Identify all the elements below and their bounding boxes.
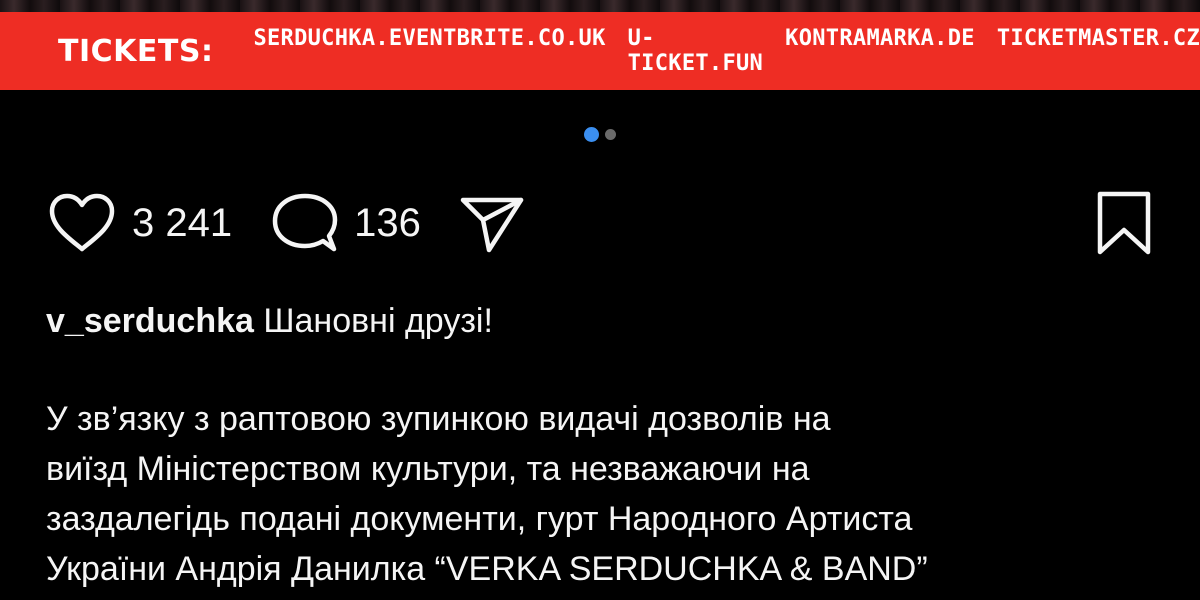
tickets-label: TICKETS: bbox=[58, 33, 214, 69]
comment-bubble-icon bbox=[272, 192, 338, 254]
ticket-link-ticketmaster: TICKETMASTER.CZ bbox=[996, 26, 1200, 51]
likes-count: 3 241 bbox=[132, 200, 233, 245]
post-photo[interactable] bbox=[0, 0, 1200, 12]
caption-line: заздалегідь подані документи, гурт Народ… bbox=[46, 500, 913, 538]
username-link[interactable]: v_serduchka bbox=[46, 302, 254, 340]
caption-line: України Андрія Данилка “VERKA SERDUCHKA … bbox=[46, 550, 928, 588]
save-button[interactable] bbox=[1094, 190, 1154, 256]
tickets-banner: TICKETS: SERDUCHKA.EVENTBRITE.CO.UK U-TI… bbox=[0, 12, 1200, 90]
bookmark-icon bbox=[1094, 190, 1154, 256]
carousel-indicator bbox=[0, 127, 1200, 142]
carousel-dot-active bbox=[584, 127, 599, 142]
caption-line: виїзд Міністерством культури, та незважа… bbox=[46, 450, 810, 488]
caption-greeting: Шановні друзі! bbox=[263, 302, 493, 340]
paper-plane-icon bbox=[459, 192, 525, 254]
ticket-link-eventbrite: SERDUCHKA.EVENTBRITE.CO.UK bbox=[253, 26, 606, 51]
carousel-dot bbox=[605, 129, 616, 140]
ticket-links: SERDUCHKA.EVENTBRITE.CO.UK U-TICKET.FUN … bbox=[253, 26, 1200, 76]
caption-body: У зв’язку з раптовою зупинкою видачі доз… bbox=[46, 394, 1166, 594]
share-button[interactable] bbox=[459, 192, 525, 254]
post-caption: v_serduchka Шановні друзі! У зв’язку з р… bbox=[46, 296, 1166, 594]
comments-count: 136 bbox=[354, 200, 421, 245]
heart-icon bbox=[48, 193, 116, 253]
action-bar: 3 241 136 bbox=[48, 188, 1152, 258]
ticket-link-kontramarka: KONTRAMARKA.DE bbox=[785, 26, 975, 51]
instagram-post-screen: TICKETS: SERDUCHKA.EVENTBRITE.CO.UK U-TI… bbox=[0, 0, 1200, 600]
caption-line: У зв’язку з раптовою зупинкою видачі доз… bbox=[46, 400, 831, 438]
comment-button[interactable]: 136 bbox=[272, 192, 421, 254]
like-button[interactable]: 3 241 bbox=[48, 193, 232, 253]
ticket-link-u-ticket: U-TICKET.FUN bbox=[627, 26, 764, 76]
caption-first-line: v_serduchka Шановні друзі! bbox=[46, 296, 1166, 346]
